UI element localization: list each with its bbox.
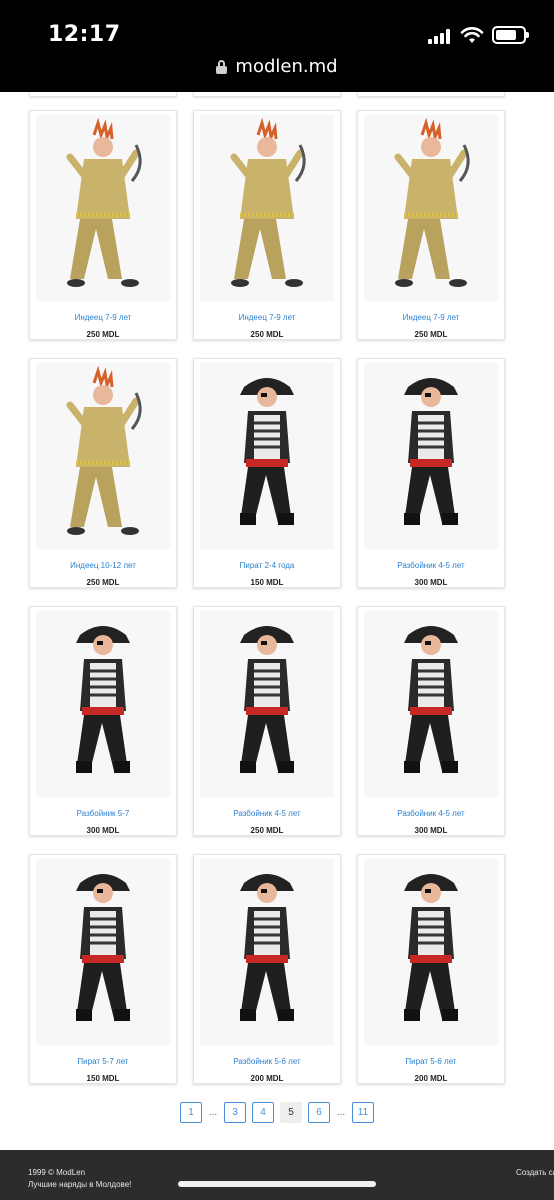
product-price: 200 MDL — [414, 1074, 448, 1083]
pirate-costume-photo[interactable] — [200, 859, 334, 1045]
product-title-link[interactable]: Индеец 7-9 лет — [30, 313, 176, 322]
indian-costume-photo[interactable] — [200, 115, 334, 301]
product-price: 250 MDL — [250, 330, 284, 339]
pagination-page-button[interactable]: 6 — [308, 1102, 330, 1123]
product-price: 300 MDL — [414, 826, 448, 835]
previous-card-edge — [193, 92, 341, 97]
product-title-link[interactable]: Разбойник 4-5 лет — [358, 809, 504, 818]
pirate-costume-photo[interactable] — [200, 363, 334, 549]
product-card[interactable]: Пират 5-6 лет 200 MDL — [357, 854, 505, 1084]
pirate-costume-photo[interactable] — [364, 611, 498, 797]
product-card[interactable]: Индеец 7-9 лет 250 MDL — [357, 110, 505, 340]
product-title-link[interactable]: Индеец 7-9 лет — [358, 313, 504, 322]
footer-copyright: 1999 © ModLen — [28, 1168, 86, 1177]
product-title-link[interactable]: Индеец 7-9 лет — [194, 313, 340, 322]
product-card[interactable]: Разбойник 5-7 300 MDL — [29, 606, 177, 836]
product-card[interactable]: Разбойник 4-5 лет 300 MDL — [357, 606, 505, 836]
pirate-costume-photo[interactable] — [364, 363, 498, 549]
url-bar[interactable]: modlen.md — [0, 56, 554, 86]
battery-level — [496, 30, 516, 40]
product-title-link[interactable]: Разбойник 5-6 лет — [194, 1057, 340, 1066]
product-title-link[interactable]: Пират 5-7 лет — [30, 1057, 176, 1066]
product-card[interactable]: Разбойник 4-5 лет 250 MDL — [193, 606, 341, 836]
battery-icon — [492, 26, 529, 44]
pirate-costume-photo[interactable] — [36, 859, 170, 1045]
previous-card-edge — [29, 92, 177, 97]
product-title-link[interactable]: Разбойник 4-5 лет — [358, 561, 504, 570]
product-price: 250 MDL — [86, 330, 120, 339]
previous-card-edge — [357, 92, 505, 97]
footer-tagline: Лучшие наряды в Молдове! — [28, 1180, 132, 1189]
signal-icon — [428, 28, 454, 44]
status-time: 12:17 — [48, 22, 121, 47]
browser-chrome: 12:17 modlen.md — [0, 0, 554, 92]
indian-costume-photo[interactable] — [364, 115, 498, 301]
pagination-page-button[interactable]: 1 — [180, 1102, 202, 1123]
footer-link[interactable]: Создать са — [516, 1168, 554, 1177]
pagination-page-button[interactable]: 4 — [252, 1102, 274, 1123]
product-price: 150 MDL — [250, 578, 284, 587]
product-card[interactable]: Индеец 7-9 лет 250 MDL — [193, 110, 341, 340]
product-title-link[interactable]: Индеец 10-12 лет — [30, 561, 176, 570]
footer: 1999 © ModLen Лучшие наряды в Молдове! С… — [0, 1150, 554, 1200]
product-title-link[interactable]: Пират 2-4 года — [194, 561, 340, 570]
product-card[interactable]: Разбойник 4-5 лет 300 MDL — [357, 358, 505, 588]
product-title-link[interactable]: Разбойник 5-7 — [30, 809, 176, 818]
product-card[interactable]: Разбойник 5-6 лет 200 MDL — [193, 854, 341, 1084]
pirate-costume-photo[interactable] — [364, 859, 498, 1045]
product-price: 250 MDL — [250, 826, 284, 835]
indian-costume-photo[interactable] — [36, 115, 170, 301]
wifi-icon — [460, 27, 484, 43]
pagination-current-page[interactable]: 5 — [280, 1102, 302, 1123]
product-price: 200 MDL — [250, 1074, 284, 1083]
product-price: 150 MDL — [86, 1074, 120, 1083]
pirate-costume-photo[interactable] — [200, 611, 334, 797]
product-card[interactable]: Индеец 10-12 лет 250 MDL — [29, 358, 177, 588]
product-title-link[interactable]: Пират 5-6 лет — [358, 1057, 504, 1066]
url-text[interactable]: modlen.md — [235, 56, 337, 77]
pagination-page-button[interactable]: 3 — [224, 1102, 246, 1123]
pagination-page-button[interactable]: 11 — [352, 1102, 374, 1123]
product-card[interactable]: Пират 2-4 года 150 MDL — [193, 358, 341, 588]
product-card[interactable]: Пират 5-7 лет 150 MDL — [29, 854, 177, 1084]
home-indicator — [178, 1181, 376, 1187]
product-price: 300 MDL — [414, 578, 448, 587]
pirate-costume-photo[interactable] — [36, 611, 170, 797]
product-price: 300 MDL — [86, 826, 120, 835]
pagination-ellipsis: ... — [208, 1107, 218, 1118]
indian-costume-photo[interactable] — [36, 363, 170, 549]
lock-icon — [216, 59, 228, 74]
product-price: 250 MDL — [414, 330, 448, 339]
product-title-link[interactable]: Разбойник 4-5 лет — [194, 809, 340, 818]
product-grid: Индеец 7-9 лет 250 MDL Индеец 7-9 лет 250 … — [29, 110, 505, 1084]
product-price: 250 MDL — [86, 578, 120, 587]
product-card[interactable]: Индеец 7-9 лет 250 MDL — [29, 110, 177, 340]
pagination: 1... 3 4 5 6... 11 — [0, 1102, 554, 1123]
pagination-ellipsis: ... — [336, 1107, 346, 1118]
